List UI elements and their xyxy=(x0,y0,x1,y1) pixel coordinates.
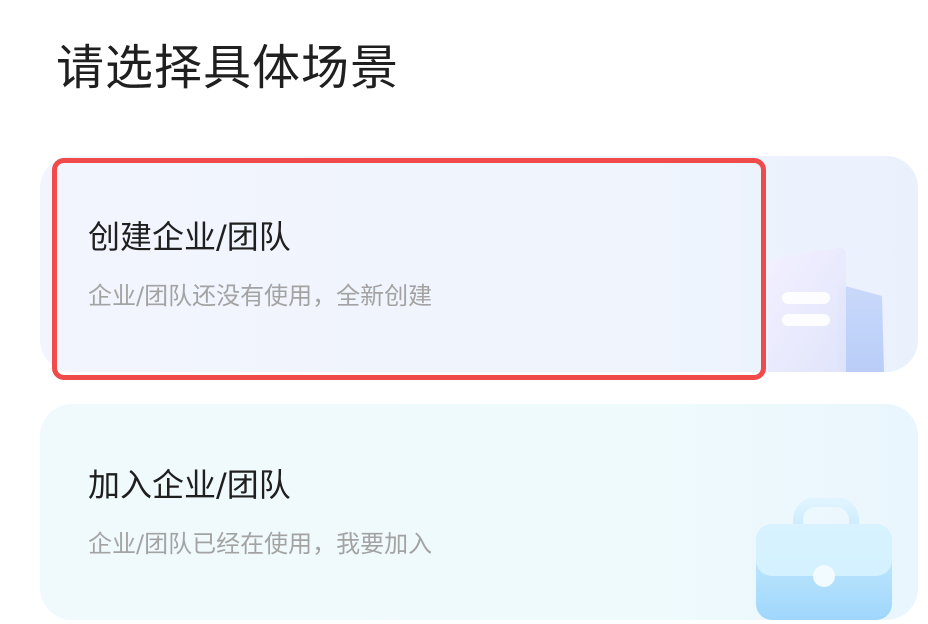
join-team-subtitle: 企业/团队已经在使用，我要加入 xyxy=(88,530,433,558)
scene-select-page: 请选择具体场景 创建企业/团队 企业/团队还没有使用，全新创建 加入企业/团队 … xyxy=(0,0,928,624)
join-team-title: 加入企业/团队 xyxy=(88,466,291,504)
create-team-subtitle: 企业/团队还没有使用，全新创建 xyxy=(88,282,433,310)
page-title: 请选择具体场景 xyxy=(56,40,400,96)
join-team-card[interactable]: 加入企业/团队 企业/团队已经在使用，我要加入 xyxy=(40,404,918,620)
create-team-card[interactable]: 创建企业/团队 企业/团队还没有使用，全新创建 xyxy=(40,156,918,372)
building-icon xyxy=(768,247,884,372)
briefcase-icon xyxy=(756,498,892,620)
create-team-title: 创建企业/团队 xyxy=(88,218,291,256)
